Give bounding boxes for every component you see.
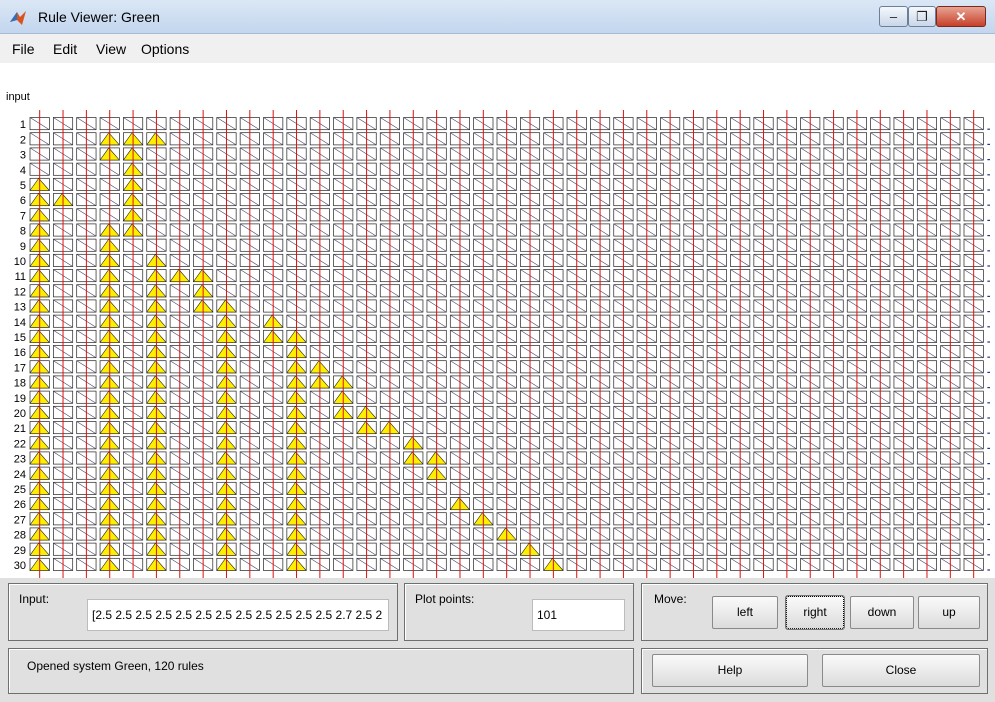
rule-row-label: 6 <box>20 195 26 207</box>
restore-icon: ❐ <box>916 9 928 24</box>
rule-viewer-window: Rule Viewer: Green – ❐ ✕ File Edit View … <box>0 0 995 702</box>
action-panel: Help Close <box>641 648 988 694</box>
rule-row-label: 8 <box>20 226 26 238</box>
rule-row-label: 9 <box>20 241 26 253</box>
rule-plot-area[interactable]: input 1 2 3 4 5 6 7 8 9 10 11 12 13 14 15 16 17 18 19 20 21 2… <box>0 63 995 578</box>
rule-row-label: 21 <box>14 423 26 435</box>
rule-row-label: 5 <box>20 180 26 192</box>
move-panel: Move: left right down up <box>641 583 988 641</box>
menu-edit[interactable]: Edit <box>53 41 77 57</box>
control-panel: Input: [2.5 2.5 2.5 2.5 2.5 2.5 2.5 2.5 … <box>0 578 995 702</box>
rule-row-label: 13 <box>14 302 26 314</box>
rule-row-label: 16 <box>14 347 26 359</box>
rule-grid-cells: 1234567891011121314151617181920212223242… <box>14 110 990 578</box>
rule-row-label: 23 <box>14 454 26 466</box>
rule-row-label: 28 <box>14 530 26 542</box>
move-down-button[interactable]: down <box>850 596 914 629</box>
input-label: Input: <box>19 592 50 606</box>
rule-row-label: 2 <box>20 134 26 146</box>
status-panel: Opened system Green, 120 rules <box>8 648 634 694</box>
rule-row-label: 10 <box>14 256 26 268</box>
input-header-label: input <box>6 91 30 103</box>
rule-row-label: 12 <box>14 286 26 298</box>
title-bar: Rule Viewer: Green – ❐ ✕ <box>0 0 995 34</box>
close-button[interactable]: Close <box>822 654 980 687</box>
input-field[interactable]: [2.5 2.5 2.5 2.5 2.5 2.5 2.5 2.5 2.5 2.5… <box>87 599 389 631</box>
menu-view[interactable]: View <box>96 41 126 57</box>
rule-row-label: 15 <box>14 332 26 344</box>
maximize-button[interactable]: ❐ <box>908 6 936 27</box>
rule-row-label: 20 <box>14 408 26 420</box>
rule-row-label: 30 <box>14 560 26 572</box>
rule-row-label: 3 <box>20 150 26 162</box>
rule-row-label: 14 <box>14 317 26 329</box>
status-text: Opened system Green, 120 rules <box>27 659 204 673</box>
rule-row-label: 4 <box>20 165 26 177</box>
help-button[interactable]: Help <box>652 654 808 687</box>
rule-row-label: 7 <box>20 210 26 222</box>
plot-points-field[interactable]: 101 <box>532 599 625 631</box>
close-icon: ✕ <box>955 9 967 24</box>
rule-row-label: 19 <box>14 393 26 405</box>
rule-row-label: 25 <box>14 484 26 496</box>
rule-row-label: 26 <box>14 499 26 511</box>
rule-row-label: 22 <box>14 438 26 450</box>
plot-points-panel: Plot points: 101 <box>404 583 634 641</box>
window-title: Rule Viewer: Green <box>38 9 160 25</box>
menu-file[interactable]: File <box>12 41 35 57</box>
menu-bar: File Edit View Options <box>0 35 995 63</box>
rule-grid[interactable]: input 1234567891011121314151617181920212… <box>0 63 995 578</box>
minimize-button[interactable]: – <box>879 6 908 27</box>
minimize-icon: – <box>889 9 898 24</box>
move-left-button[interactable]: left <box>712 596 778 629</box>
rule-row-label: 27 <box>14 514 26 526</box>
move-label: Move: <box>654 592 687 606</box>
close-window-button[interactable]: ✕ <box>936 6 986 27</box>
plot-points-label: Plot points: <box>415 592 475 606</box>
rule-row-label: 18 <box>14 378 26 390</box>
rule-row-label: 29 <box>14 545 26 557</box>
move-right-button[interactable]: right <box>785 595 845 630</box>
rule-row-label: 24 <box>14 469 26 481</box>
menu-options[interactable]: Options <box>141 41 189 57</box>
matlab-icon <box>10 11 26 25</box>
rule-row-label: 1 <box>20 119 26 131</box>
move-up-button[interactable]: up <box>918 596 980 629</box>
rule-row-label: 11 <box>15 271 26 283</box>
rule-row-label: 17 <box>14 362 26 374</box>
input-panel: Input: [2.5 2.5 2.5 2.5 2.5 2.5 2.5 2.5 … <box>8 583 398 641</box>
